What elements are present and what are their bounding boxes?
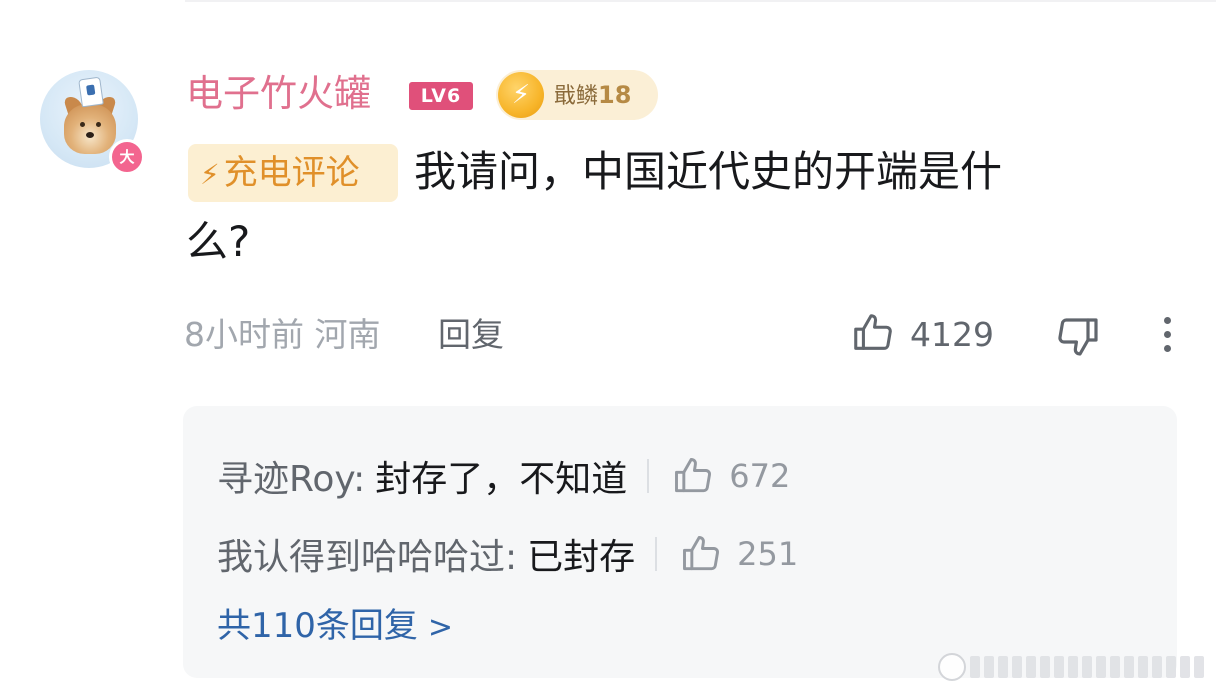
reply-button[interactable]: 回复 — [438, 310, 504, 360]
comment-page: 大 电子竹火罐 LV6 ⚡ 戢鳞18 ⚡ 充电评论 我请问，中国近代史的开端是什 … — [0, 0, 1216, 691]
thumbs-up-icon — [850, 310, 896, 360]
comment-time: 8小时前 — [184, 315, 304, 354]
vip-badge: 大 — [109, 139, 145, 175]
reply-like-count: 672 — [729, 457, 791, 495]
reply-item[interactable]: 我认得到哈哈哈过: 已封存 251 — [217, 526, 798, 582]
comment-text-line2: 么? — [186, 217, 251, 266]
more-vertical-icon[interactable] — [1152, 314, 1182, 358]
comment-location: 河南 — [314, 315, 381, 354]
comment-meta: 8小时前 河南 — [184, 310, 381, 360]
thumbs-up-icon[interactable] — [671, 454, 715, 498]
like-button[interactable]: 4129 — [850, 310, 994, 360]
like-count: 4129 — [910, 315, 994, 354]
medal-label: 戢鳞18 — [554, 70, 631, 120]
fan-medal[interactable]: ⚡ 戢鳞18 — [496, 70, 658, 120]
username[interactable]: 电子竹火罐 — [186, 70, 371, 118]
top-divider — [185, 0, 1216, 2]
reply-item[interactable]: 寻迹Roy: 封存了，不知道 672 — [217, 448, 790, 504]
chevron-right-icon: > — [427, 610, 454, 645]
divider — [655, 537, 658, 571]
charge-tag-label: 充电评论 — [223, 153, 360, 193]
lightning-icon: ⚡ — [200, 158, 220, 191]
replies-box: 寻迹Roy: 封存了，不知道 672 我认得到哈哈哈过: 已封存 251 共11… — [183, 406, 1177, 678]
reply-text: 已封存 — [527, 537, 636, 578]
divider — [647, 459, 650, 493]
lightning-icon: ⚡ — [498, 72, 544, 118]
reply-like-count: 251 — [737, 535, 799, 573]
reply-text: 封存了，不知道 — [375, 459, 628, 500]
comment-text-line1: 我请问，中国近代史的开端是什 — [414, 147, 1003, 196]
thumbs-up-icon[interactable] — [679, 532, 723, 576]
dislike-button[interactable] — [1054, 312, 1102, 360]
medal-name: 戢鳞 — [554, 84, 599, 109]
level-badge: LV6 — [409, 82, 473, 110]
reply-username[interactable]: 我认得到哈哈哈过: — [217, 528, 517, 580]
more-replies-label: 共110条回复 — [217, 606, 418, 646]
charge-comment-tag[interactable]: ⚡ 充电评论 — [188, 144, 398, 202]
view-all-replies-link[interactable]: 共110条回复 > — [217, 600, 453, 652]
reply-username[interactable]: 寻迹Roy: — [217, 450, 365, 502]
thumbs-down-icon — [1054, 318, 1102, 364]
watermark-logo — [938, 652, 1208, 682]
medal-level: 18 — [598, 81, 632, 109]
user-avatar[interactable]: 大 — [40, 70, 145, 175]
